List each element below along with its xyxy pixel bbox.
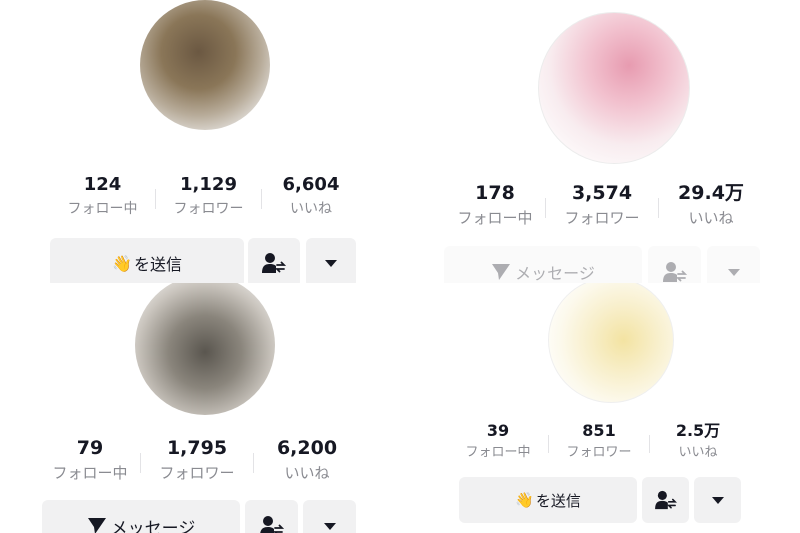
send-arrow-icon [492, 264, 511, 280]
profile-stats: 124 フォロー中 1,129 フォロワー 6,604 いいね [50, 176, 360, 226]
person-swap-icon [259, 516, 284, 533]
likes-count: 29.4万 [678, 182, 744, 204]
following-count: 124 [83, 174, 122, 195]
followers-count: 1,795 [166, 437, 228, 459]
person-swap-icon [262, 253, 286, 273]
send-arrow-icon [87, 518, 106, 533]
following-label: フォロー中 [52, 464, 128, 482]
likes-stat: 29.4万 いいね [659, 184, 763, 226]
likes-stat: 6,604 いいね [262, 174, 360, 217]
more-dropdown-button[interactable] [306, 238, 356, 285]
likes-label: いいね [678, 445, 718, 460]
message-button[interactable]: メッセージ [42, 500, 240, 533]
likes-label: いいね [284, 464, 330, 482]
likes-label: いいね [290, 201, 332, 217]
followers-count: 3,574 [571, 182, 633, 204]
profile-avatar[interactable] [548, 283, 674, 403]
followers-stat[interactable]: 1,129 フォロワー [156, 174, 261, 217]
profile-panel-1: 124 フォロー中 1,129 フォロワー 6,604 いいね 👋 を送信 [0, 0, 400, 285]
followers-count: 1,129 [180, 174, 237, 195]
message-button[interactable]: メッセージ [444, 246, 642, 283]
caret-down-icon [323, 522, 336, 530]
profile-avatar[interactable] [135, 283, 275, 415]
profile-stats: 178 フォロー中 3,574 フォロワー 29.4万 いいね [445, 184, 763, 234]
followers-count: 851 [582, 421, 616, 440]
likes-label: いいね [688, 209, 734, 227]
following-label: フォロー中 [457, 209, 533, 227]
followers-label: フォロワー [564, 209, 640, 227]
profile-avatar[interactable] [140, 0, 270, 130]
person-swap-icon [662, 262, 687, 282]
caret-down-icon [727, 268, 740, 276]
following-count: 39 [486, 421, 510, 440]
profile-stats: 39 フォロー中 851 フォロワー 2.5万 いいね [448, 423, 748, 467]
more-dropdown-button[interactable] [694, 477, 741, 523]
caret-down-icon [325, 259, 337, 267]
suggested-accounts-button[interactable] [245, 500, 298, 533]
followers-label: フォロワー [159, 464, 235, 482]
wave-send-label: を送信 [535, 491, 581, 510]
waving-hand-icon: 👋 [515, 491, 534, 509]
following-stat[interactable]: 79 フォロー中 [40, 439, 140, 481]
message-label: メッセージ [110, 518, 196, 533]
followers-stat[interactable]: 851 フォロワー [549, 421, 649, 460]
followers-label: フォロワー [566, 445, 632, 460]
following-stat[interactable]: 39 フォロー中 [448, 421, 548, 460]
likes-count: 6,604 [282, 174, 340, 195]
following-stat[interactable]: 178 フォロー中 [445, 184, 545, 226]
suggested-accounts-button[interactable] [248, 238, 300, 285]
waving-hand-icon: 👋 [112, 253, 132, 273]
following-label: フォロー中 [67, 201, 138, 217]
profile-panel-2: 178 フォロー中 3,574 フォロワー 29.4万 いいね メッセージ [400, 0, 800, 283]
profile-panel-3: 79 フォロー中 1,795 フォロワー 6,200 いいね メッセージ [0, 283, 400, 533]
following-count: 79 [76, 437, 104, 459]
caret-down-icon [711, 496, 724, 504]
following-stat[interactable]: 124 フォロー中 [50, 174, 155, 217]
person-swap-icon [654, 490, 677, 510]
followers-stat[interactable]: 1,795 フォロワー [141, 439, 253, 481]
wave-send-label: を送信 [133, 255, 182, 274]
suggested-accounts-button[interactable] [648, 246, 701, 283]
likes-count: 6,200 [276, 437, 338, 459]
following-count: 178 [475, 182, 515, 204]
following-label: フォロー中 [465, 445, 531, 460]
followers-stat[interactable]: 3,574 フォロワー [546, 184, 658, 226]
more-dropdown-button[interactable] [303, 500, 356, 533]
likes-stat: 2.5万 いいね [650, 421, 746, 460]
profile-panel-4: 39 フォロー中 851 フォロワー 2.5万 いいね 👋 を送信 [400, 283, 800, 533]
profile-avatar[interactable] [538, 12, 690, 164]
more-dropdown-button[interactable] [707, 246, 760, 283]
likes-stat: 6,200 いいね [254, 439, 360, 481]
wave-send-button[interactable]: 👋 を送信 [50, 238, 244, 285]
followers-label: フォロワー [173, 201, 244, 217]
profile-stats: 79 フォロー中 1,795 フォロワー 6,200 いいね [40, 439, 360, 489]
suggested-accounts-button[interactable] [642, 477, 689, 523]
message-label: メッセージ [515, 264, 595, 283]
likes-count: 2.5万 [675, 421, 721, 440]
wave-send-button[interactable]: 👋 を送信 [459, 477, 637, 523]
